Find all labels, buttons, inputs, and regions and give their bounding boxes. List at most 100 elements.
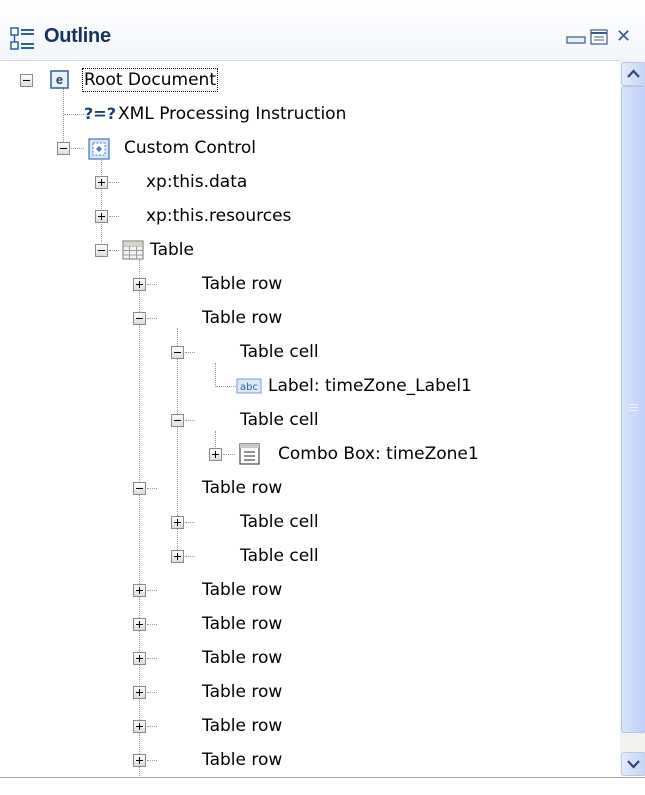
tree-connector bbox=[64, 114, 84, 115]
tree-connector bbox=[147, 284, 157, 285]
expand-icon[interactable] bbox=[133, 720, 146, 733]
tree-connector bbox=[147, 488, 157, 489]
tree-connector bbox=[71, 148, 84, 149]
panel-bottom-border bbox=[0, 777, 645, 778]
custom-control-icon bbox=[88, 138, 110, 165]
tree-connector bbox=[147, 590, 157, 591]
tree-item-label: Table row bbox=[202, 274, 283, 294]
expand-icon[interactable] bbox=[95, 210, 108, 223]
tree-connector bbox=[109, 182, 119, 183]
tree-item-table-row[interactable]: Table row bbox=[0, 574, 620, 608]
tree-connector bbox=[147, 624, 157, 625]
view-title: Outline bbox=[44, 25, 111, 47]
expand-icon[interactable] bbox=[171, 550, 184, 563]
tree-connector bbox=[216, 386, 236, 387]
tree-connector bbox=[185, 420, 195, 421]
tree-connector bbox=[185, 556, 195, 557]
expand-icon[interactable] bbox=[133, 686, 146, 699]
chevron-down-icon bbox=[627, 760, 640, 769]
tree-item-table-row[interactable]: Table row bbox=[0, 268, 620, 302]
outline-tree[interactable]: e Root Document ?=? XML Processing Instr… bbox=[0, 60, 620, 776]
tree-item-table-cell[interactable]: Table cell bbox=[0, 336, 620, 370]
tree-item-xp-this-data[interactable]: xp:this.data bbox=[0, 166, 620, 200]
tree-item-table-row[interactable]: Table row bbox=[0, 676, 620, 710]
tree-item-label: Table row bbox=[202, 648, 283, 668]
tree-item-label: Table row bbox=[202, 308, 283, 328]
scroll-grip bbox=[629, 407, 638, 408]
minimize-icon[interactable] bbox=[566, 29, 586, 49]
tree-connector bbox=[147, 658, 157, 659]
table-icon bbox=[122, 240, 144, 265]
combo-box-icon bbox=[238, 442, 262, 471]
tree-item-label: Label: timeZone_Label1 bbox=[268, 376, 472, 396]
expand-icon[interactable] bbox=[133, 754, 146, 767]
outline-view-header: Outline ✕ bbox=[0, 0, 645, 61]
collapse-icon[interactable] bbox=[133, 482, 146, 495]
tree-item-label-timezone[interactable]: abc Label: timeZone_Label1 bbox=[0, 370, 620, 404]
chevron-up-icon bbox=[627, 69, 640, 78]
expand-icon[interactable] bbox=[133, 584, 146, 597]
tree-item-table-row[interactable]: Table row bbox=[0, 302, 620, 336]
tree-item-custom-control[interactable]: Custom Control bbox=[0, 132, 620, 166]
label-icon: abc bbox=[236, 377, 262, 400]
tree-item-label: Table row bbox=[202, 478, 283, 498]
tree-item-table-row[interactable]: Table row bbox=[0, 642, 620, 676]
element-e-icon: e bbox=[50, 70, 70, 95]
tree-item-label: Root Document bbox=[82, 68, 218, 92]
tree-connector bbox=[185, 352, 195, 353]
close-icon[interactable]: ✕ bbox=[616, 26, 631, 47]
expand-icon[interactable] bbox=[171, 516, 184, 529]
tree-item-label: Table row bbox=[202, 750, 283, 770]
tree-item-label: Table cell bbox=[240, 342, 319, 362]
tree-connector bbox=[147, 726, 157, 727]
expand-icon[interactable] bbox=[133, 652, 146, 665]
tree-item-xml-processing-instruction[interactable]: ?=? XML Processing Instruction bbox=[0, 98, 620, 132]
collapse-icon[interactable] bbox=[171, 414, 184, 427]
tree-item-combo-box[interactable]: Combo Box: timeZone1 bbox=[0, 438, 620, 472]
tree-connector bbox=[223, 454, 235, 455]
tree-item-table-cell[interactable]: Table cell bbox=[0, 506, 620, 540]
tree-item-label: Table row bbox=[202, 682, 283, 702]
tree-item-root-document[interactable]: e Root Document bbox=[0, 64, 620, 98]
collapse-icon[interactable] bbox=[57, 142, 70, 155]
tree-item-table-row[interactable]: Table row bbox=[0, 608, 620, 642]
svg-text:e: e bbox=[56, 72, 63, 87]
expand-icon[interactable] bbox=[133, 618, 146, 631]
tree-connector bbox=[147, 318, 157, 319]
tree-item-label: Table row bbox=[202, 716, 283, 736]
tree-item-label: Table row bbox=[202, 580, 283, 600]
svg-text:abc: abc bbox=[240, 382, 258, 393]
tree-connector bbox=[147, 760, 157, 761]
expand-icon[interactable] bbox=[133, 278, 146, 291]
tree-item-table-row[interactable]: Table row bbox=[0, 744, 620, 776]
scroll-up-button[interactable] bbox=[621, 62, 645, 86]
tree-item-label: Table cell bbox=[240, 546, 319, 566]
maximize-icon[interactable] bbox=[590, 29, 608, 49]
scroll-down-button[interactable] bbox=[621, 752, 645, 776]
tree-item-table-cell[interactable]: Table cell bbox=[0, 404, 620, 438]
tree-item-label: Table cell bbox=[240, 512, 319, 532]
tree-connector bbox=[109, 216, 119, 217]
collapse-icon[interactable] bbox=[95, 244, 108, 257]
processing-instruction-icon: ?=? bbox=[84, 104, 116, 123]
expand-icon[interactable] bbox=[95, 176, 108, 189]
tree-connector bbox=[185, 522, 195, 523]
collapse-icon[interactable] bbox=[133, 312, 146, 325]
scroll-grip bbox=[629, 404, 638, 405]
tree-item-table-row[interactable]: Table row bbox=[0, 472, 620, 506]
collapse-icon[interactable] bbox=[20, 74, 33, 87]
tree-item-label: XML Processing Instruction bbox=[118, 104, 347, 124]
collapse-icon[interactable] bbox=[171, 346, 184, 359]
tree-item-label: Table cell bbox=[240, 410, 319, 430]
tree-item-label: Table row bbox=[202, 614, 283, 634]
expand-icon[interactable] bbox=[209, 448, 222, 461]
tree-item-label: xp:this.data bbox=[146, 172, 248, 192]
tree-item-table[interactable]: Table bbox=[0, 234, 620, 268]
tree-item-table-cell[interactable]: Table cell bbox=[0, 540, 620, 574]
tree-connector bbox=[109, 250, 119, 251]
tree-item-table-row[interactable]: Table row bbox=[0, 710, 620, 744]
scroll-thumb[interactable] bbox=[621, 86, 645, 733]
outline-view-icon bbox=[10, 27, 36, 57]
vertical-scrollbar[interactable] bbox=[620, 60, 645, 776]
tree-item-xp-this-resources[interactable]: xp:this.resources bbox=[0, 200, 620, 234]
